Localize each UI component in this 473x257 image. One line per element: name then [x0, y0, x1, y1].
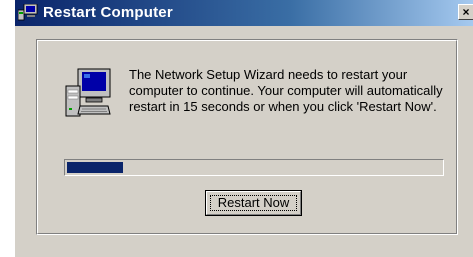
restart-countdown-progress [64, 159, 444, 176]
close-button[interactable]: × [458, 4, 473, 20]
computer-restart-icon [65, 68, 111, 117]
window-title: Restart Computer [43, 4, 173, 21]
progress-fill [67, 162, 123, 173]
title-bar[interactable]: Restart Computer × [15, 0, 473, 26]
restart-computer-dialog: Restart Computer × The Network Setup Wiz… [14, 0, 473, 257]
restart-now-label: Restart Now [217, 195, 290, 210]
close-icon: × [462, 5, 470, 19]
network-computer-icon [18, 4, 38, 21]
restart-now-button[interactable]: Restart Now [205, 190, 302, 216]
restart-message: The Network Setup Wizard needs to restar… [129, 67, 443, 114]
